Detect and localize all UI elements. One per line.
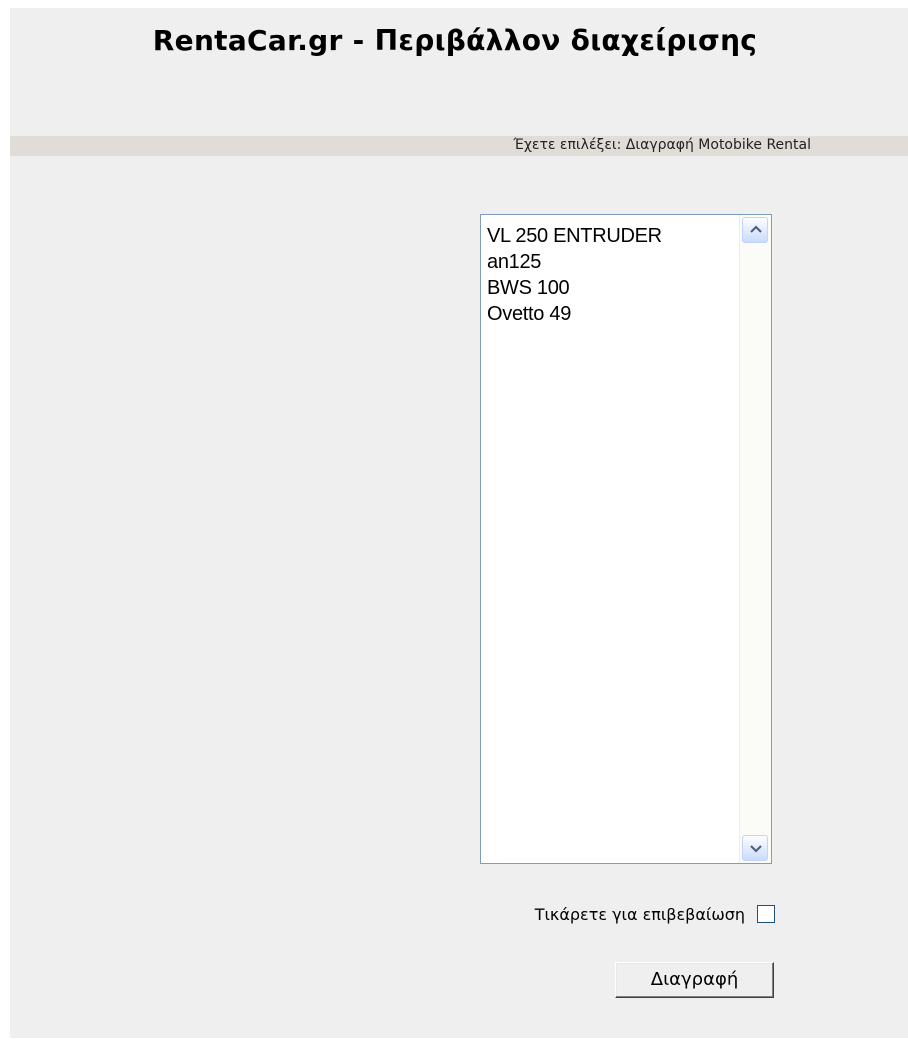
confirm-checkbox[interactable] [757, 905, 775, 923]
list-item[interactable]: an125 [487, 249, 662, 275]
page-title: RentaCar.gr - Περιβάλλον διαχείρισης [152, 24, 758, 57]
confirm-row: Τικάρετε για επιβεβαίωση [535, 903, 775, 925]
list-item[interactable]: VL 250 ENTRUDER [487, 223, 662, 249]
delete-button[interactable]: Διαγραφή [615, 962, 774, 998]
confirm-label: Τικάρετε για επιβεβαίωση [534, 904, 745, 924]
list-item[interactable]: BWS 100 [487, 275, 662, 301]
selection-status-text: Έχετε επιλέξει: Διαγραφή Motobike Rental [513, 137, 811, 153]
scroll-up-button[interactable] [742, 217, 768, 243]
chevron-down-icon [750, 845, 762, 853]
listbox-scrollbar[interactable] [739, 215, 771, 863]
selection-bar: Έχετε επιλέξει: Διαγραφή Motobike Rental [10, 136, 908, 156]
admin-page: RentaCar.gr - Περιβάλλον διαχείρισης Έχε… [10, 8, 908, 1038]
list-item[interactable]: Ovetto 49 [487, 301, 662, 327]
scroll-down-button[interactable] [742, 835, 768, 861]
listbox-items: VL 250 ENTRUDER an125 BWS 100 Ovetto 49 [487, 223, 662, 327]
chevron-up-icon [750, 225, 762, 233]
motorbike-listbox[interactable]: VL 250 ENTRUDER an125 BWS 100 Ovetto 49 [480, 214, 772, 864]
